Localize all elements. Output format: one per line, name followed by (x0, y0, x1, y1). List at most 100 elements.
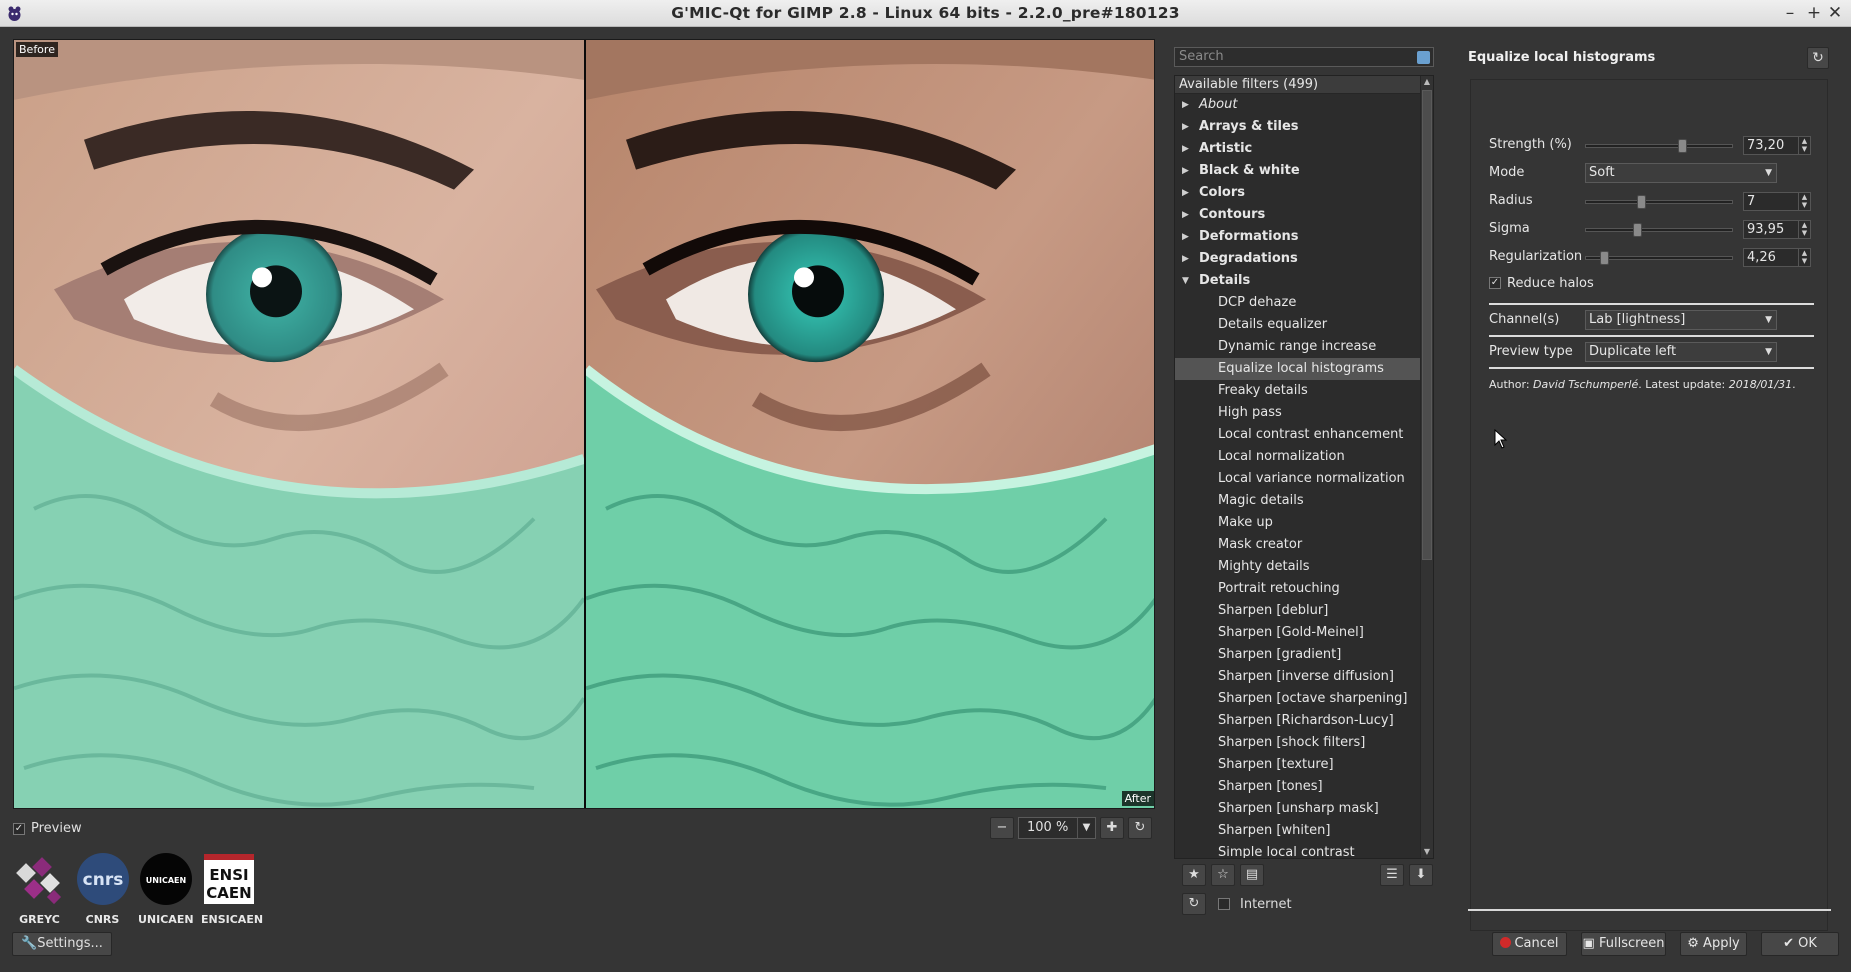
zoom-in-button[interactable]: ✚ (1100, 817, 1124, 839)
filters-scrollbar[interactable]: ▲ ▼ (1420, 76, 1433, 858)
channels-select[interactable]: Lab [lightness] ▼ (1585, 310, 1777, 330)
filter-item[interactable]: Sharpen [octave sharpening] (1175, 688, 1421, 710)
sigma-slider-handle[interactable] (1633, 223, 1643, 237)
partner-logos: GREYC cnrs CNRS UNICAEN UNICAEN ENSI CAE… (12, 852, 263, 926)
sigma-spinbox[interactable]: 93,95 ▲ ▼ (1743, 220, 1811, 239)
collapsed-arrow-icon[interactable]: ▶ (1182, 204, 1189, 226)
remove-favorite-button[interactable]: ☆ (1211, 864, 1235, 886)
scrollbar-thumb[interactable] (1422, 90, 1432, 560)
filter-item[interactable]: Sharpen [whiten] (1175, 820, 1421, 842)
filter-item[interactable]: Sharpen [inverse diffusion] (1175, 666, 1421, 688)
spin-arrows-icon[interactable]: ▲ ▼ (1798, 137, 1810, 154)
filter-item[interactable]: Sharpen [deblur] (1175, 600, 1421, 622)
add-favorite-button[interactable]: ★ (1182, 864, 1206, 886)
strength-slider[interactable] (1585, 139, 1733, 153)
filter-category[interactable]: ▶ Artistic (1175, 138, 1421, 160)
filter-item[interactable]: Freaky details (1175, 380, 1421, 402)
regularization-slider[interactable] (1585, 251, 1733, 265)
mode-select[interactable]: Soft ▼ (1585, 163, 1777, 183)
filter-item[interactable]: Portrait retouching (1175, 578, 1421, 600)
filter-category[interactable]: ▶ Colors (1175, 182, 1421, 204)
preview-type-select[interactable]: Duplicate left ▼ (1585, 342, 1777, 362)
sigma-slider[interactable] (1585, 223, 1733, 237)
maximize-button[interactable]: + (1804, 2, 1824, 24)
filter-category[interactable]: ▶ Black & white (1175, 160, 1421, 182)
spin-arrows-icon[interactable]: ▲ ▼ (1798, 249, 1810, 266)
refresh-filters-button[interactable]: ↻ (1182, 893, 1206, 915)
filter-item[interactable]: High pass (1175, 402, 1421, 424)
filter-item[interactable]: Local contrast enhancement (1175, 424, 1421, 446)
filter-category[interactable]: ▼ Details (1175, 270, 1421, 292)
radius-spinbox[interactable]: 7 ▲ ▼ (1743, 192, 1811, 211)
filter-item[interactable]: Sharpen [shock filters] (1175, 732, 1421, 754)
filter-item[interactable]: Simple local contrast (1175, 842, 1421, 858)
filters-tree[interactable]: Available filters (499) ▶ About ▶ Arrays & … (1174, 75, 1434, 859)
collapsed-arrow-icon[interactable]: ▶ (1182, 138, 1189, 160)
scroll-down-icon[interactable]: ▼ (1421, 846, 1433, 858)
cancel-button[interactable]: Cancel (1492, 932, 1567, 956)
filter-item[interactable]: Make up (1175, 512, 1421, 534)
zoom-out-button[interactable]: − (990, 817, 1014, 839)
filter-category[interactable]: ▶ Contours (1175, 204, 1421, 226)
filter-item[interactable]: Sharpen [gradient] (1175, 644, 1421, 666)
settings-button[interactable]: 🔧Settings... (12, 932, 112, 956)
visibility-mode-button[interactable]: ☰ (1380, 864, 1404, 886)
expanded-arrow-icon[interactable]: ▼ (1182, 270, 1189, 292)
filter-item[interactable]: Mighty details (1175, 556, 1421, 578)
filter-label: Contours (1199, 207, 1266, 222)
regularization-slider-handle[interactable] (1599, 251, 1609, 265)
minimize-button[interactable]: – (1780, 2, 1800, 24)
regularization-spinbox[interactable]: 4,26 ▲ ▼ (1743, 248, 1811, 267)
filter-item[interactable]: Sharpen [tones] (1175, 776, 1421, 798)
collapsed-arrow-icon[interactable]: ▶ (1182, 248, 1189, 270)
zoom-level-select[interactable]: 100 % ▼ (1018, 817, 1096, 839)
filter-item[interactable]: Sharpen [Richardson-Lucy] (1175, 710, 1421, 732)
filter-item[interactable]: DCP dehaze (1175, 292, 1421, 314)
collapsed-arrow-icon[interactable]: ▶ (1182, 226, 1189, 248)
apply-button[interactable]: ⚙ Apply (1680, 932, 1747, 956)
update-suffix: . (1792, 378, 1796, 391)
collapsed-arrow-icon[interactable]: ▶ (1182, 116, 1189, 138)
filter-category[interactable]: ▶ Arrays & tiles (1175, 116, 1421, 138)
filter-item-selected[interactable]: Equalize local histograms (1175, 358, 1421, 380)
collapsed-arrow-icon[interactable]: ▶ (1182, 182, 1189, 204)
ok-button[interactable]: ✔ OK (1761, 932, 1839, 956)
close-button[interactable]: ✕ (1825, 2, 1845, 24)
filter-category[interactable]: ▶ About (1175, 94, 1421, 116)
search-icon[interactable] (1417, 51, 1430, 64)
strength-spinbox[interactable]: 73,20 ▲ ▼ (1743, 136, 1811, 155)
scroll-up-icon[interactable]: ▲ (1421, 76, 1433, 88)
filter-item[interactable]: Dynamic range increase (1175, 336, 1421, 358)
filter-category[interactable]: ▶ Deformations (1175, 226, 1421, 248)
rename-favorite-button[interactable]: ▤ (1240, 864, 1264, 886)
filter-item[interactable]: Sharpen [Gold-Meinel] (1175, 622, 1421, 644)
filter-item[interactable]: Sharpen [texture] (1175, 754, 1421, 776)
filter-item[interactable]: Magic details (1175, 490, 1421, 512)
filter-item[interactable]: Details equalizer (1175, 314, 1421, 336)
reduce-halos-checkbox[interactable]: ✓ (1489, 277, 1501, 289)
spin-arrows-icon[interactable]: ▲ ▼ (1798, 193, 1810, 210)
collapsed-arrow-icon[interactable]: ▶ (1182, 94, 1189, 116)
download-button[interactable]: ⬇ (1409, 864, 1433, 886)
fullscreen-button[interactable]: ▣ Fullscreen (1581, 932, 1666, 956)
strength-slider-handle[interactable] (1677, 139, 1687, 153)
spin-arrows-icon[interactable]: ▲ ▼ (1798, 221, 1810, 238)
reduce-halos-row[interactable]: ✓ Reduce halos (1489, 273, 1814, 295)
preview-toggle[interactable]: ✓ Preview (13, 821, 82, 836)
filter-item[interactable]: Mask creator (1175, 534, 1421, 556)
search-input[interactable]: Search (1174, 47, 1434, 67)
preview-checkbox-label: Preview (31, 821, 82, 836)
internet-checkbox[interactable] (1218, 898, 1230, 910)
splitter-handle[interactable] (1468, 909, 1831, 911)
collapsed-arrow-icon[interactable]: ▶ (1182, 160, 1189, 182)
filter-item[interactable]: Local variance normalization (1175, 468, 1421, 490)
reset-parameters-button[interactable]: ↻ (1807, 47, 1829, 69)
radius-slider[interactable] (1585, 195, 1733, 209)
preview-checkbox[interactable]: ✓ (13, 822, 25, 835)
filter-item[interactable]: Local normalization (1175, 446, 1421, 468)
filter-item[interactable]: Sharpen [unsharp mask] (1175, 798, 1421, 820)
radius-slider-handle[interactable] (1637, 195, 1647, 209)
filter-category[interactable]: ▶ Degradations (1175, 248, 1421, 270)
reset-zoom-button[interactable]: ↻ (1128, 817, 1152, 839)
preview-area[interactable]: Before After (13, 39, 1155, 809)
